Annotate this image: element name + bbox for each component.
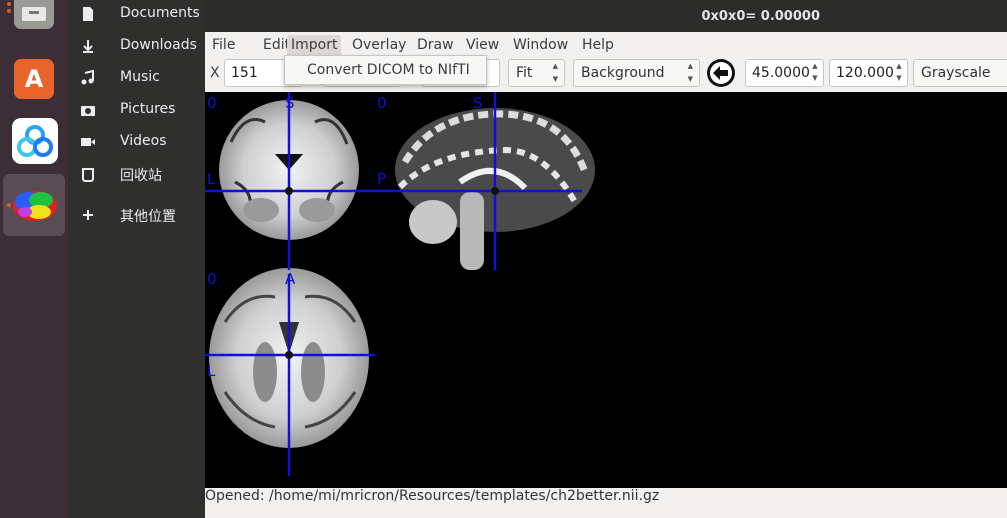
ubuntu-dock: A xyxy=(0,0,68,518)
software-center-icon: A xyxy=(14,59,54,99)
zoom-mode-select[interactable]: Fit ▲ ▼ xyxy=(508,59,565,87)
window-title: 0x0x0= 0.00000 xyxy=(701,9,820,24)
chevron-updown-icon: ▲ ▼ xyxy=(552,62,558,83)
orientation-label: 0 xyxy=(377,94,387,112)
menubar: File Edit Import Overlay Draw View Windo… xyxy=(205,32,1007,56)
download-icon xyxy=(83,40,93,53)
min-intensity-value: 45.0000 xyxy=(752,65,810,81)
menu-overlay[interactable]: Overlay xyxy=(348,35,410,55)
menu-help[interactable]: Help xyxy=(578,35,618,55)
brain-slices xyxy=(205,92,595,476)
colormap-select[interactable]: Grayscale xyxy=(913,59,1007,87)
sidebar-item-label: Documents xyxy=(120,5,200,21)
sidebar-item-trash[interactable]: 回收站 xyxy=(68,160,205,190)
layer-select[interactable]: Background ▲ ▼ xyxy=(573,59,700,87)
dock-baidu-netdisk[interactable] xyxy=(3,111,65,173)
sidebar-item-music[interactable]: Music xyxy=(68,64,205,94)
orientation-label: L xyxy=(207,362,216,380)
sidebar-item-label: Music xyxy=(120,69,160,85)
reorient-button[interactable] xyxy=(707,59,735,87)
dock-software-center[interactable]: A xyxy=(3,48,65,110)
running-indicator xyxy=(7,9,11,13)
sidebar-item-other-locations[interactable]: 其他位置 xyxy=(68,201,205,231)
crosshair-center xyxy=(491,187,499,195)
layer-value: Background xyxy=(581,65,665,81)
spinner-arrows-icon[interactable]: ▲ ▼ xyxy=(891,60,907,86)
sidebar-item-label: Videos xyxy=(120,133,167,149)
sidebar-item-pictures[interactable]: Pictures xyxy=(68,96,205,126)
status-bar: Opened: /home/mi/mricron/Resources/templ… xyxy=(205,488,1007,518)
menu-window[interactable]: Window xyxy=(509,35,572,55)
trash-icon xyxy=(82,168,94,182)
menu-file[interactable]: File xyxy=(208,35,239,55)
orientation-label: S xyxy=(285,94,295,112)
sidebar-item-videos[interactable]: Videos xyxy=(68,128,205,158)
video-icon xyxy=(81,138,95,146)
dock-files-app[interactable] xyxy=(3,0,65,40)
orientation-label: 0 xyxy=(207,94,217,112)
mricron-app-icon xyxy=(11,186,59,224)
sidebar-item-documents[interactable]: Documents xyxy=(68,0,205,30)
min-intensity-field[interactable]: 45.0000 ▲ ▼ xyxy=(745,59,824,87)
file-manager-sidebar: Documents Downloads Music Pictures Video… xyxy=(68,0,205,518)
status-text: Opened: /home/mi/mricron/Resources/templ… xyxy=(205,488,660,504)
orientation-label: 0 xyxy=(207,270,217,288)
arrow-left-icon xyxy=(710,62,732,84)
chevron-updown-icon: ▲ ▼ xyxy=(687,62,693,83)
image-viewer-canvas[interactable]: 0 S L 0 S P 0 A L xyxy=(205,92,1007,488)
orientation-label: S xyxy=(473,94,483,112)
max-intensity-field[interactable]: 120.000 ▲ ▼ xyxy=(829,59,908,87)
sidebar-item-downloads[interactable]: Downloads xyxy=(68,32,205,62)
crosshair-center xyxy=(285,351,293,359)
crosshair-center xyxy=(285,187,293,195)
running-indicator xyxy=(7,2,11,6)
x-coordinate-value: 151 xyxy=(231,65,258,81)
orientation-label: L xyxy=(207,170,216,188)
camera-icon xyxy=(81,106,95,116)
plus-icon xyxy=(83,210,93,220)
window-titlebar[interactable]: 0x0x0= 0.00000 xyxy=(205,0,1007,32)
orientation-label: P xyxy=(377,170,387,188)
document-icon xyxy=(83,7,93,21)
import-menu-dropdown: Convert DICOM to NIfTI xyxy=(284,55,487,85)
baidu-netdisk-icon xyxy=(12,118,58,164)
sidebar-item-label: Downloads xyxy=(120,37,197,53)
dock-mricron[interactable] xyxy=(3,174,65,236)
menu-view[interactable]: View xyxy=(462,35,503,55)
music-icon xyxy=(81,70,94,85)
zoom-mode-value: Fit xyxy=(516,65,533,81)
menu-draw[interactable]: Draw xyxy=(413,35,458,55)
colormap-value: Grayscale xyxy=(921,65,991,81)
spinner-arrows-icon[interactable]: ▲ ▼ xyxy=(807,60,823,86)
sidebar-item-label: 回收站 xyxy=(120,168,162,184)
orientation-label: A xyxy=(285,270,296,288)
max-intensity-value: 120.000 xyxy=(836,65,894,81)
sidebar-item-label: Pictures xyxy=(120,101,176,117)
menu-import[interactable]: Import xyxy=(287,35,342,55)
mricron-window: 0x0x0= 0.00000 File Edit Import Overlay … xyxy=(205,0,1007,518)
sidebar-item-label: 其他位置 xyxy=(120,209,176,225)
x-coordinate-label: X xyxy=(210,65,220,81)
files-app-icon xyxy=(14,0,54,29)
menu-item-convert-dicom[interactable]: Convert DICOM to NIfTI xyxy=(307,62,470,78)
